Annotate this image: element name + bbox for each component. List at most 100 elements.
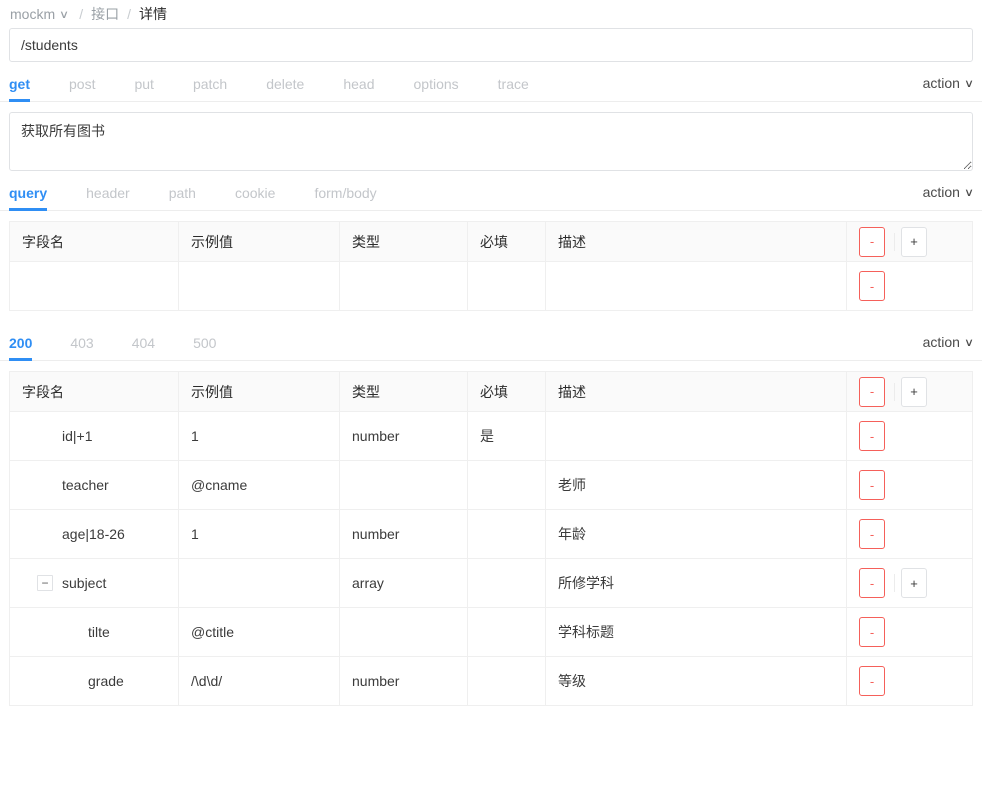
tab-method-options[interactable]: options	[414, 77, 459, 101]
cell-required[interactable]: 是	[468, 412, 546, 461]
cell-required[interactable]	[468, 262, 546, 311]
table-row[interactable]: id|+1 1 number 是 -	[10, 412, 973, 461]
chevron-down-icon: ∨	[964, 336, 974, 349]
query-table: 字段名 示例值 类型 必填 描述 - +	[9, 221, 973, 311]
cell-description[interactable]: 年龄	[546, 510, 847, 559]
cell-required[interactable]	[468, 510, 546, 559]
remove-row-button[interactable]: -	[859, 519, 885, 549]
status-action-label: action	[923, 334, 960, 350]
column-header-value: 示例值	[179, 222, 340, 262]
cell-description[interactable]	[546, 262, 847, 311]
cell-type[interactable]: number	[340, 510, 468, 559]
tab-param-header[interactable]: header	[86, 186, 130, 210]
cell-type[interactable]: number	[340, 657, 468, 706]
tab-method-delete[interactable]: delete	[266, 77, 304, 101]
cell-value[interactable]	[179, 559, 340, 608]
tab-method-get[interactable]: get	[9, 77, 30, 101]
table-row[interactable]: -	[10, 262, 973, 311]
cell-description[interactable]: 所修学科	[546, 559, 847, 608]
cell-required[interactable]	[468, 559, 546, 608]
status-action-dropdown[interactable]: action ∨	[923, 334, 973, 360]
cell-required[interactable]	[468, 608, 546, 657]
cell-action: -	[847, 412, 973, 461]
cell-value[interactable]	[179, 262, 340, 311]
cell-name[interactable]: − subject	[10, 559, 179, 608]
row-action-group: -	[859, 617, 960, 647]
cell-name[interactable]: age|18-26	[10, 510, 179, 559]
cell-type[interactable]	[340, 262, 468, 311]
cell-name[interactable]	[10, 262, 179, 311]
cell-value[interactable]: @cname	[179, 461, 340, 510]
tab-param-form-body[interactable]: form/body	[314, 186, 376, 210]
cell-type[interactable]	[340, 461, 468, 510]
collapse-minus-icon[interactable]: −	[37, 575, 53, 591]
cell-type[interactable]	[340, 608, 468, 657]
cell-value[interactable]: 1	[179, 412, 340, 461]
breadcrumb-current: 详情	[139, 4, 167, 24]
query-table-body: -	[10, 262, 973, 311]
query-table-wrap: 字段名 示例值 类型 必填 描述 - +	[0, 211, 982, 311]
tab-method-trace[interactable]: trace	[498, 77, 529, 101]
cell-description[interactable]: 学科标题	[546, 608, 847, 657]
cell-value[interactable]: @ctitle	[179, 608, 340, 657]
table-row[interactable]: tilte @ctitle 学科标题 -	[10, 608, 973, 657]
tab-param-path[interactable]: path	[169, 186, 196, 210]
column-header-name: 字段名	[10, 222, 179, 262]
tab-status-200[interactable]: 200	[9, 336, 32, 360]
add-child-row-button[interactable]: +	[901, 568, 927, 598]
remove-row-button[interactable]: -	[859, 666, 885, 696]
description-textarea[interactable]: 获取所有图书	[9, 112, 973, 171]
tab-status-404[interactable]: 404	[132, 336, 155, 360]
cell-action: -	[847, 608, 973, 657]
cell-action: -	[847, 262, 973, 311]
cell-name[interactable]: id|+1	[10, 412, 179, 461]
param-action-dropdown[interactable]: action ∨	[923, 184, 973, 210]
table-row[interactable]: grade /\d\d/ number 等级 -	[10, 657, 973, 706]
tab-status-403[interactable]: 403	[70, 336, 93, 360]
response-table: 字段名 示例值 类型 必填 描述 - + id|+1	[9, 371, 973, 706]
tab-param-query[interactable]: query	[9, 186, 47, 210]
status-tabs: 200 403 404 500	[9, 321, 254, 360]
tab-method-patch[interactable]: patch	[193, 77, 227, 101]
param-action-label: action	[923, 184, 960, 200]
cell-type[interactable]: number	[340, 412, 468, 461]
chevron-down-icon: ∨	[964, 186, 974, 199]
cell-name[interactable]: teacher	[10, 461, 179, 510]
remove-row-button[interactable]: -	[859, 271, 885, 301]
chevron-down-icon[interactable]: ∨	[59, 8, 69, 21]
cell-name[interactable]: grade	[10, 657, 179, 706]
remove-row-button[interactable]: -	[859, 617, 885, 647]
remove-row-button[interactable]: -	[859, 377, 885, 407]
table-row[interactable]: − subject array 所修学科 - +	[10, 559, 973, 608]
url-input[interactable]	[9, 28, 973, 62]
add-row-button[interactable]: +	[901, 377, 927, 407]
cell-value[interactable]: 1	[179, 510, 340, 559]
row-action-group: -	[859, 271, 960, 301]
header-action-group: - +	[859, 377, 960, 407]
breadcrumb-project[interactable]: mockm	[10, 6, 55, 22]
breadcrumb-section[interactable]: 接口	[91, 4, 119, 24]
param-tabs: query header path cookie form/body	[9, 171, 416, 210]
status-tabbar: 200 403 404 500 action ∨	[0, 321, 982, 361]
remove-row-button[interactable]: -	[859, 568, 885, 598]
add-row-button[interactable]: +	[901, 227, 927, 257]
remove-row-button[interactable]: -	[859, 470, 885, 500]
tab-method-post[interactable]: post	[69, 77, 95, 101]
tab-param-cookie[interactable]: cookie	[235, 186, 275, 210]
cell-required[interactable]	[468, 657, 546, 706]
cell-description[interactable]: 老师	[546, 461, 847, 510]
cell-value[interactable]: /\d\d/	[179, 657, 340, 706]
tab-method-head[interactable]: head	[343, 77, 374, 101]
cell-description[interactable]	[546, 412, 847, 461]
cell-required[interactable]	[468, 461, 546, 510]
table-row[interactable]: age|18-26 1 number 年龄 -	[10, 510, 973, 559]
remove-row-button[interactable]: -	[859, 421, 885, 451]
cell-description[interactable]: 等级	[546, 657, 847, 706]
table-row[interactable]: teacher @cname 老师 -	[10, 461, 973, 510]
cell-type[interactable]: array	[340, 559, 468, 608]
cell-name[interactable]: tilte	[10, 608, 179, 657]
remove-row-button[interactable]: -	[859, 227, 885, 257]
tab-method-put[interactable]: put	[134, 77, 153, 101]
tab-status-500[interactable]: 500	[193, 336, 216, 360]
method-action-dropdown[interactable]: action ∨	[923, 75, 973, 101]
